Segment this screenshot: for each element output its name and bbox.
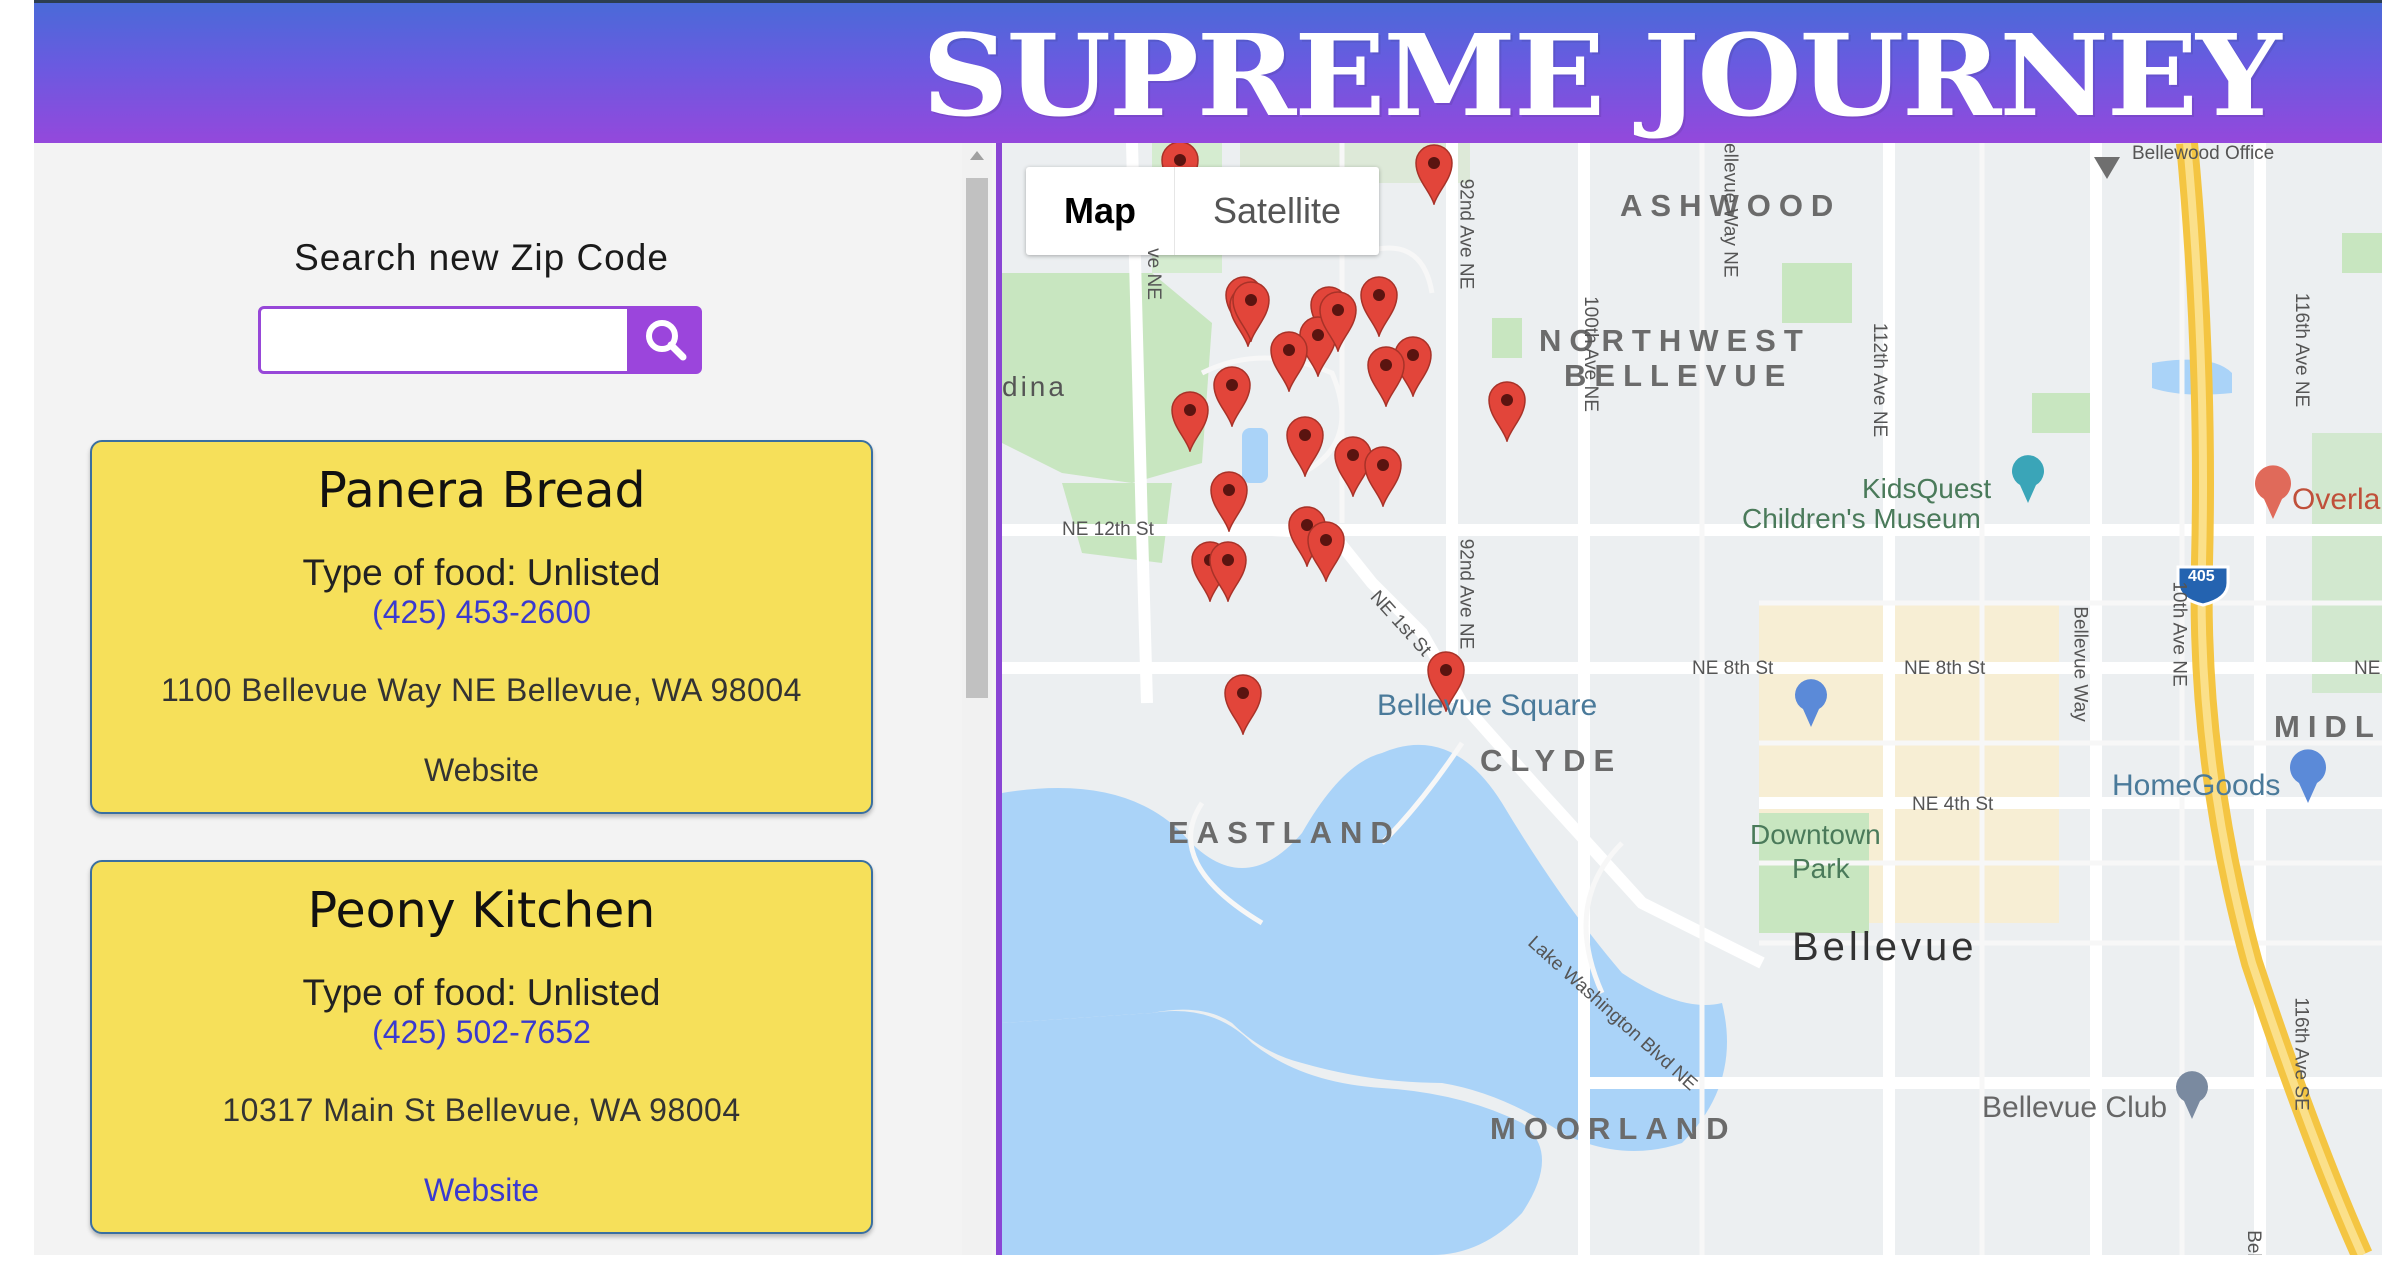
- address: 10317 Main St Bellevue, WA 98004: [222, 1092, 741, 1128]
- restaurant-name: Panera Bread: [317, 462, 646, 519]
- page-bottom-edge: [0, 1255, 2382, 1264]
- map-marker-icon[interactable]: [1306, 520, 1346, 582]
- scrollbar-thumb[interactable]: [966, 178, 988, 698]
- map-street-label: ve NE: [1142, 248, 1164, 300]
- map-street-label: Bellewood Office: [2132, 143, 2275, 164]
- map-street-label: NE 12th St: [1062, 519, 1154, 540]
- restaurant-name: Peony Kitchen: [307, 882, 656, 939]
- map-poi-label[interactable]: Downtown: [1750, 819, 1881, 851]
- map-street-label: Bellevue Way NE: [1719, 143, 1741, 278]
- map-marker-icon[interactable]: [1208, 540, 1248, 602]
- highway-label: 405: [2188, 568, 2215, 585]
- map-area-label: MIDLA: [2274, 709, 2382, 744]
- restaurant-card: Panera Bread Type of food: Unlisted (425…: [90, 440, 873, 814]
- map-street-label: 92nd Ave NE: [1455, 538, 1477, 650]
- map-marker-icon[interactable]: [1269, 330, 1309, 392]
- website-link[interactable]: Website: [92, 1172, 871, 1209]
- map-marker-icon[interactable]: [1487, 380, 1527, 442]
- map-poi-label[interactable]: Bellevue Club: [1982, 1091, 2167, 1125]
- zip-search-input[interactable]: [258, 306, 630, 374]
- sidebar-scrollbar[interactable]: [962, 143, 992, 1255]
- map-street-label: NE 8th: [2354, 658, 2382, 679]
- map-marker-icon[interactable]: [1366, 345, 1406, 407]
- homegoods-shopping-icon: [2290, 749, 2326, 803]
- map-street-label: Bellevue Way: [2069, 606, 2091, 722]
- map-poi-label[interactable]: HomeGoods: [2112, 769, 2280, 803]
- map-street-label: 112th Ave NE: [1869, 322, 1891, 438]
- map-area-label: CLYDE: [1480, 743, 1623, 778]
- map-marker-icon[interactable]: [1231, 280, 1271, 342]
- zip-search-button[interactable]: [630, 306, 702, 374]
- phone-link[interactable]: (425) 453-2600: [92, 594, 871, 631]
- search-icon: [646, 320, 687, 361]
- restaurant-card: Peony Kitchen Type of food: Unlisted (42…: [90, 860, 873, 1234]
- map-street-label: NE 8th St: [1904, 658, 1986, 679]
- map-area-label: dina: [1002, 371, 1067, 402]
- map-type-satellite-button[interactable]: Satellite: [1174, 167, 1379, 255]
- map-marker-icon[interactable]: [1414, 143, 1454, 205]
- map-street-label: Bell: [2242, 1230, 2264, 1255]
- food-type: Type of food: Unlisted: [302, 552, 661, 593]
- map[interactable]: Map Satellite ASHWOOD NORTHWEST BELLEVUE…: [1002, 143, 2382, 1255]
- map-marker-icon[interactable]: [1359, 275, 1399, 337]
- app-header: SUPREME JOURNEY: [34, 0, 2382, 143]
- scroll-up-arrow-icon[interactable]: [970, 151, 984, 160]
- map-marker-icon[interactable]: [1223, 673, 1263, 735]
- website-link[interactable]: Website: [92, 752, 871, 789]
- map-marker-icon[interactable]: [1363, 445, 1403, 507]
- map-street-label: 116th Ave SE: [2290, 997, 2312, 1111]
- sidebar: Search new Zip Code Panera Bread Type of…: [34, 143, 999, 1255]
- map-marker-icon[interactable]: [1318, 290, 1358, 352]
- map-street-label: 10th Ave NE: [2168, 581, 2190, 687]
- phone-link[interactable]: (425) 502-7652: [92, 1014, 871, 1051]
- app-title: SUPREME JOURNEY: [922, 11, 2282, 142]
- kidsquest-museum-icon: [2012, 455, 2044, 503]
- map-area-label: MOORLAND: [1490, 1111, 1737, 1146]
- map-marker-icon[interactable]: [1212, 365, 1252, 427]
- map-poi-label[interactable]: Park: [1792, 853, 1850, 885]
- map-street-label: 100th Ave NE: [1579, 296, 1601, 412]
- map-poi-label[interactable]: KidsQuest: [1862, 473, 1991, 505]
- map-street-label: 92nd Ave NE: [1455, 178, 1477, 290]
- map-area-label: EASTLAND: [1168, 815, 1401, 850]
- map-poi-label[interactable]: Children's Museum: [1742, 503, 1981, 535]
- food-type: Type of food: Unlisted: [302, 972, 661, 1013]
- map-poi-label[interactable]: Overlal: [2292, 483, 2382, 517]
- map-street-label: NE 8th St: [1692, 658, 1774, 679]
- map-street-label: NE 4th St: [1912, 794, 1994, 815]
- map-marker-icon[interactable]: [1170, 390, 1210, 452]
- zip-search-label: Search new Zip Code: [294, 237, 669, 278]
- map-marker-icon[interactable]: [1209, 470, 1249, 532]
- map-marker-icon[interactable]: [1285, 415, 1325, 477]
- map-type-control: Map Satellite: [1026, 167, 1380, 255]
- map-type-map-button[interactable]: Map: [1026, 167, 1174, 255]
- map-street-label: 116th Ave NE: [2291, 292, 2313, 408]
- address: 1100 Bellevue Way NE Bellevue, WA 98004: [161, 672, 802, 708]
- map-poi-label[interactable]: Bellevue Square: [1377, 689, 1597, 723]
- map-city-label: Bellevue: [1792, 925, 1978, 969]
